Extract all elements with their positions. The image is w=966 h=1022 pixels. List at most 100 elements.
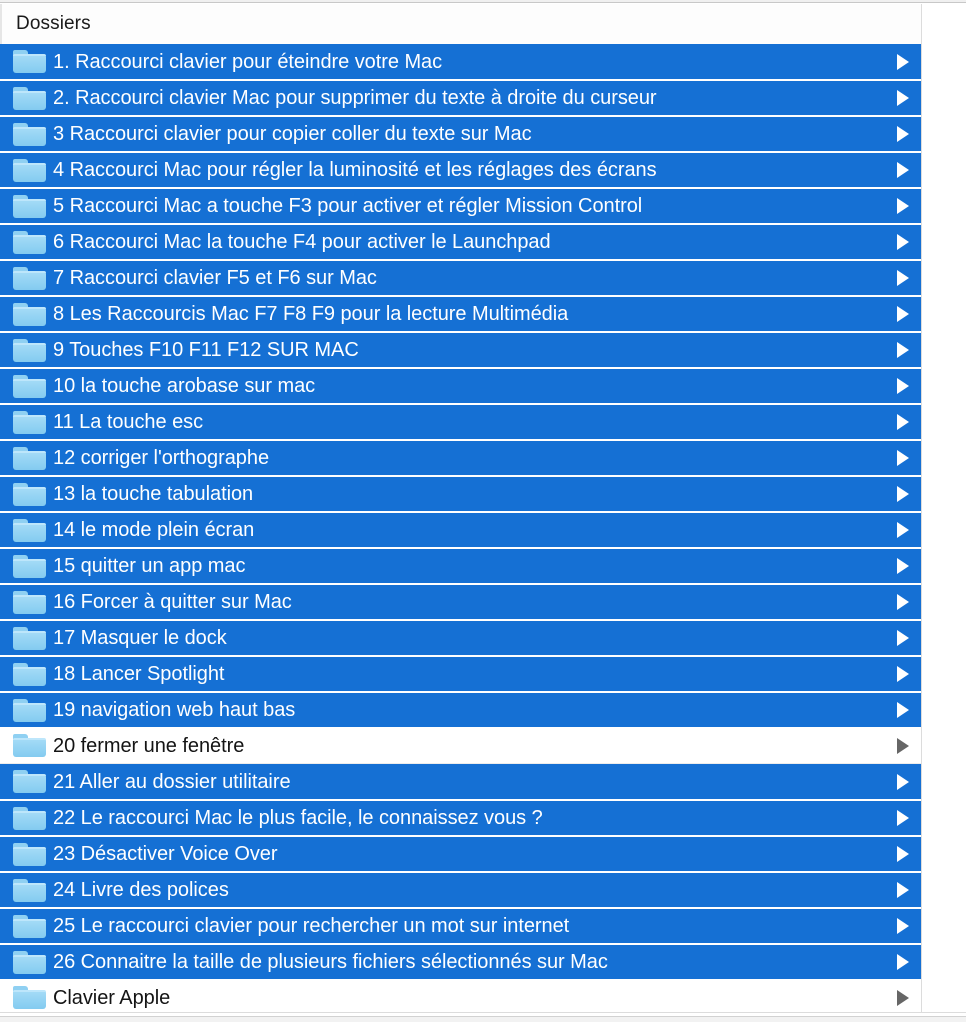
list-item[interactable]: 4 Raccourci Mac pour régler la luminosit…	[0, 152, 921, 188]
list-item-label: 6 Raccourci Mac la touche F4 pour active…	[53, 231, 551, 253]
list-item-label: 8 Les Raccourcis Mac F7 F8 F9 pour la le…	[53, 303, 569, 325]
list-item[interactable]: 6 Raccourci Mac la touche F4 pour active…	[0, 224, 921, 260]
column-header-title: Dossiers	[16, 13, 91, 34]
list-item-label: 5 Raccourci Mac a touche F3 pour activer…	[53, 195, 643, 217]
list-item[interactable]: 21 Aller au dossier utilitaire	[0, 764, 921, 800]
list-item[interactable]: 16 Forcer à quitter sur Mac	[0, 584, 921, 620]
list-item[interactable]: 12 corriger l'orthographe	[0, 440, 921, 476]
disclosure-triangle-icon[interactable]	[897, 882, 909, 898]
list-item[interactable]: 19 navigation web haut bas	[0, 692, 921, 728]
disclosure-triangle-icon[interactable]	[897, 954, 909, 970]
folder-icon	[13, 302, 46, 326]
right-empty-pane	[922, 4, 966, 1012]
folder-icon	[13, 914, 46, 938]
folder-icon	[13, 482, 46, 506]
disclosure-triangle-icon[interactable]	[897, 773, 909, 790]
disclosure-triangle-icon[interactable]	[897, 918, 909, 934]
list-item-label: 9 Touches F10 F11 F12 SUR MAC	[53, 339, 359, 361]
disclosure-triangle-icon[interactable]	[897, 90, 909, 106]
folder-icon	[13, 626, 46, 650]
disclosure-triangle-icon[interactable]	[897, 53, 909, 70]
list-item-label: 25 Le raccourci clavier pour rechercher …	[53, 915, 570, 937]
list-item-label: 11 La touche esc	[53, 411, 204, 433]
disclosure-triangle-icon[interactable]	[897, 558, 909, 574]
folder-icon	[13, 374, 46, 398]
folder-icon	[13, 590, 46, 614]
folder-icon	[13, 194, 46, 218]
list-item[interactable]: 18 Lancer Spotlight	[0, 656, 921, 692]
list-item-label: 20 fermer une fenêtre	[53, 734, 245, 757]
folder-icon	[13, 806, 46, 830]
folder-icon	[13, 770, 46, 793]
list-item-label: 13 la touche tabulation	[53, 483, 254, 505]
disclosure-triangle-icon[interactable]	[897, 270, 909, 286]
disclosure-triangle-icon[interactable]	[897, 702, 909, 718]
list-item-label: Clavier Apple	[53, 986, 171, 1009]
list-item-label: 17 Masquer le dock	[53, 627, 227, 649]
list-item-label: 4 Raccourci Mac pour régler la luminosit…	[53, 159, 657, 181]
list-item-label: 12 corriger l'orthographe	[53, 447, 270, 469]
list-item[interactable]: 7 Raccourci clavier F5 et F6 sur Mac	[0, 260, 921, 296]
list-item[interactable]: 11 La touche esc	[0, 404, 921, 440]
disclosure-triangle-icon[interactable]	[897, 414, 909, 430]
folder-icon	[13, 662, 46, 686]
list-item[interactable]: 5 Raccourci Mac a touche F3 pour activer…	[0, 188, 921, 224]
folder-icon	[13, 986, 46, 1009]
folder-icon	[13, 698, 46, 722]
list-item[interactable]: 13 la touche tabulation	[0, 476, 921, 512]
list-item-label: 23 Désactiver Voice Over	[53, 843, 278, 865]
list-item-label: 24 Livre des polices	[53, 879, 229, 901]
header-left-edge	[0, 4, 2, 44]
disclosure-triangle-icon[interactable]	[897, 846, 909, 862]
disclosure-triangle-icon[interactable]	[897, 810, 909, 826]
folder-icon	[13, 338, 46, 362]
list-item[interactable]: 1. Raccourci clavier pour éteindre votre…	[0, 44, 921, 80]
list-item[interactable]: 2. Raccourci clavier Mac pour supprimer …	[0, 80, 921, 116]
disclosure-triangle-icon[interactable]	[897, 234, 909, 250]
list-item-label: 26 Connaitre la taille de plusieurs fich…	[53, 951, 608, 973]
disclosure-triangle-icon[interactable]	[897, 342, 909, 358]
folder-icon	[13, 410, 46, 434]
disclosure-triangle-icon[interactable]	[897, 989, 909, 1006]
disclosure-triangle-icon[interactable]	[897, 630, 909, 646]
disclosure-triangle-icon[interactable]	[897, 522, 909, 538]
folder-icon	[13, 86, 46, 110]
disclosure-triangle-icon[interactable]	[897, 198, 909, 214]
list-item[interactable]: 15 quitter un app mac	[0, 548, 921, 584]
disclosure-triangle-icon[interactable]	[897, 126, 909, 142]
list-item[interactable]: 9 Touches F10 F11 F12 SUR MAC	[0, 332, 921, 368]
list-item[interactable]: 17 Masquer le dock	[0, 620, 921, 656]
disclosure-triangle-icon[interactable]	[897, 666, 909, 682]
folder-icon	[13, 230, 46, 254]
list-item[interactable]: 10 la touche arobase sur mac	[0, 368, 921, 404]
list-item[interactable]: 3 Raccourci clavier pour copier coller d…	[0, 116, 921, 152]
list-item[interactable]: 14 le mode plein écran	[0, 512, 921, 548]
window-bottom-strip	[0, 1016, 966, 1022]
disclosure-triangle-icon[interactable]	[897, 594, 909, 610]
list-item[interactable]: Clavier Apple	[0, 980, 921, 1012]
disclosure-triangle-icon[interactable]	[897, 306, 909, 322]
list-item[interactable]: 26 Connaitre la taille de plusieurs fich…	[0, 944, 921, 980]
list-item[interactable]: 20 fermer une fenêtre	[0, 728, 921, 764]
list-item-label: 1. Raccourci clavier pour éteindre votre…	[53, 50, 443, 73]
list-item[interactable]: 22 Le raccourci Mac le plus facile, le c…	[0, 800, 921, 836]
column-header-bar: Dossiers	[0, 4, 966, 44]
list-item-label: 19 navigation web haut bas	[53, 699, 296, 721]
list-item[interactable]: 23 Désactiver Voice Over	[0, 836, 921, 872]
folder-icon	[13, 734, 46, 757]
list-item-label: 7 Raccourci clavier F5 et F6 sur Mac	[53, 267, 377, 289]
folder-icon	[13, 158, 46, 182]
folder-icon	[13, 266, 46, 290]
disclosure-triangle-icon[interactable]	[897, 486, 909, 502]
list-item-label: 18 Lancer Spotlight	[53, 663, 225, 685]
disclosure-triangle-icon[interactable]	[897, 737, 909, 754]
disclosure-triangle-icon[interactable]	[897, 450, 909, 466]
folder-list[interactable]: 1. Raccourci clavier pour éteindre votre…	[0, 44, 921, 1012]
list-item[interactable]: 24 Livre des polices	[0, 872, 921, 908]
disclosure-triangle-icon[interactable]	[897, 162, 909, 178]
list-item-label: 16 Forcer à quitter sur Mac	[53, 591, 292, 613]
list-item-label: 10 la touche arobase sur mac	[53, 375, 316, 397]
disclosure-triangle-icon[interactable]	[897, 378, 909, 394]
list-item[interactable]: 8 Les Raccourcis Mac F7 F8 F9 pour la le…	[0, 296, 921, 332]
list-item[interactable]: 25 Le raccourci clavier pour rechercher …	[0, 908, 921, 944]
